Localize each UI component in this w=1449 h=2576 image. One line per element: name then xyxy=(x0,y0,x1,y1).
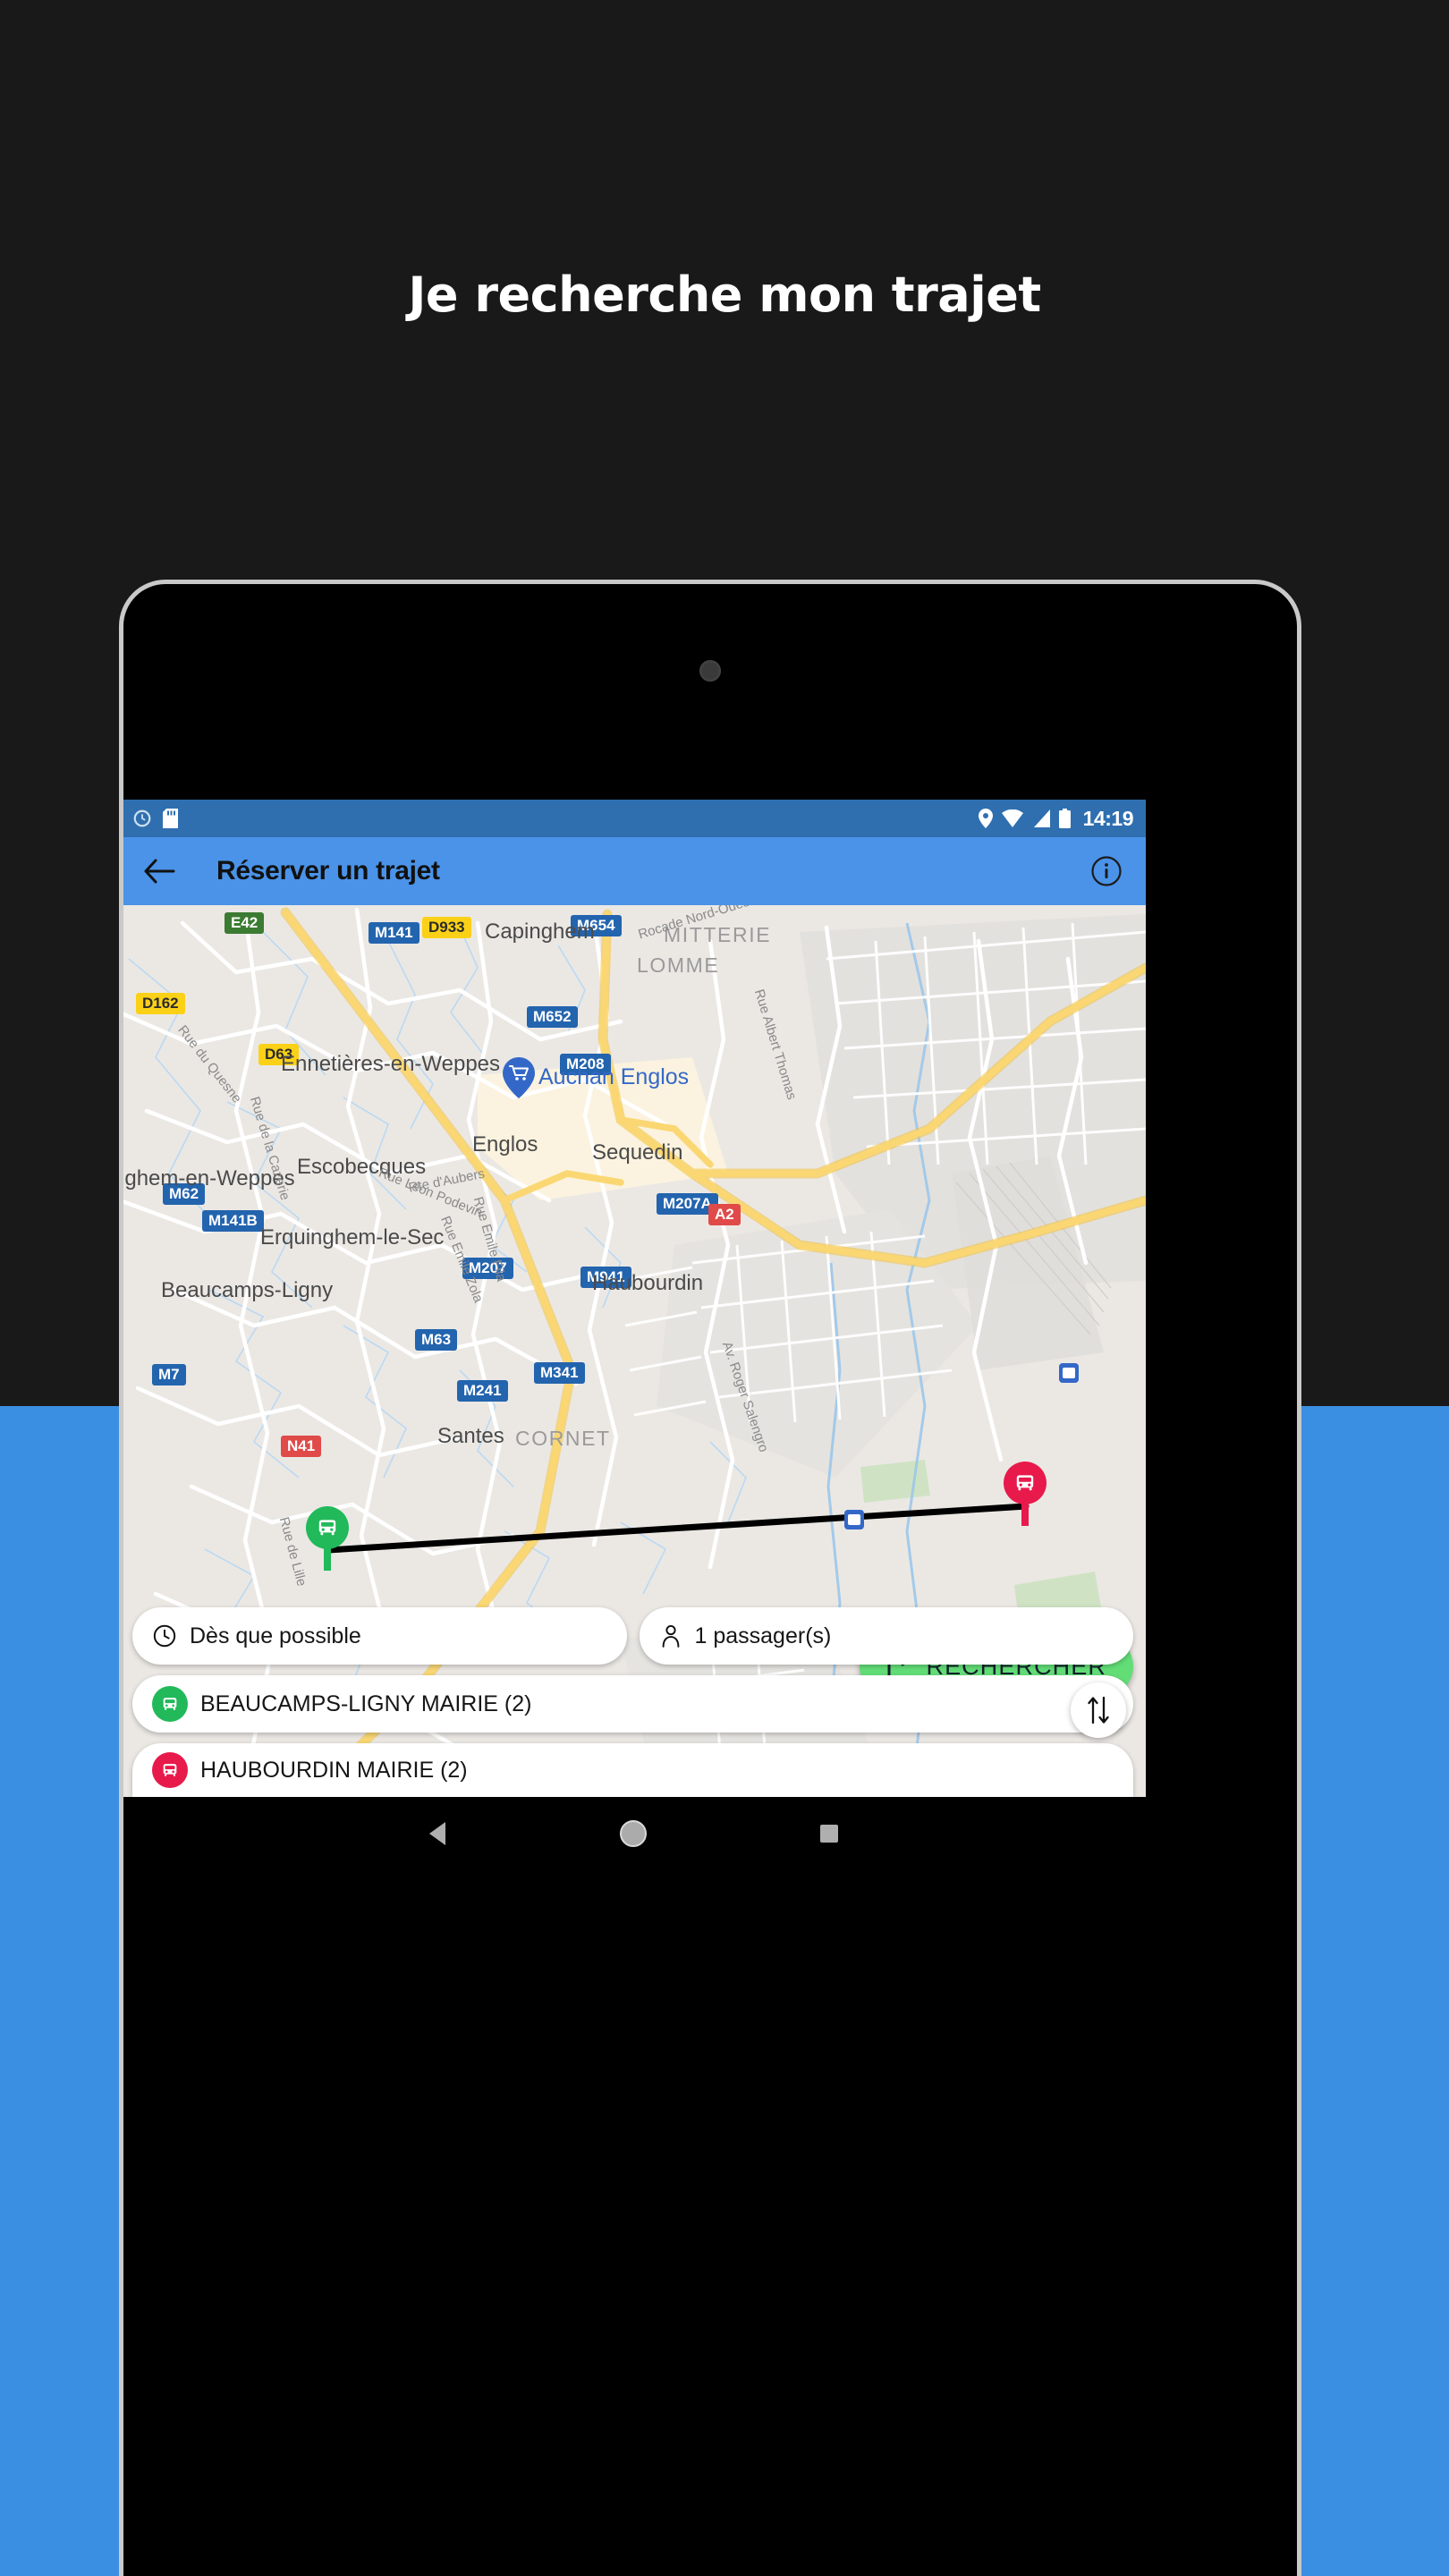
battery-icon xyxy=(1058,809,1071,828)
back-arrow-icon[interactable] xyxy=(143,858,175,885)
sync-icon xyxy=(132,809,152,828)
status-bar-right-icons: 14:19 xyxy=(978,806,1134,831)
square-recents-icon[interactable] xyxy=(818,1822,841,1845)
map-marker-destination[interactable] xyxy=(1004,1462,1046,1526)
location-pin-icon xyxy=(978,809,993,828)
departure-time-selector[interactable]: Dès que possible xyxy=(132,1607,627,1665)
road-shield: M241 xyxy=(457,1380,508,1402)
map-place-label: Sequedin xyxy=(592,1140,683,1165)
map-place-label: Santes xyxy=(437,1424,504,1448)
map-place-label: Beaucamps-Ligny xyxy=(161,1278,334,1302)
passenger-count-selector[interactable]: 1 passager(s) xyxy=(639,1607,1133,1665)
road-shield: D933 xyxy=(422,917,471,938)
map-marker-origin[interactable] xyxy=(306,1506,349,1571)
front-camera-icon xyxy=(699,660,721,682)
road-shield: M652 xyxy=(527,1006,578,1028)
app-bar-title: Réserver un trajet xyxy=(216,856,440,886)
road-shield: M7 xyxy=(152,1364,186,1385)
wifi-icon xyxy=(1001,809,1023,827)
map-view[interactable]: E42 M141 D933 M654 D162 M652 D63 M208 M62 M141B M2… xyxy=(123,905,1146,1797)
destination-row: HAUBOURDIN MAIRIE (2) xyxy=(132,1743,1133,1797)
passenger-count-label: 1 passager(s) xyxy=(694,1623,832,1648)
destination-stop-field[interactable]: HAUBOURDIN MAIRIE (2) xyxy=(132,1743,1133,1797)
destination-stop-label: HAUBOURDIN MAIRIE (2) xyxy=(200,1757,468,1783)
status-bar-left-icons xyxy=(132,809,178,828)
booking-options-row: Dès que possible 1 passager(s) xyxy=(132,1607,1133,1665)
android-navigation-bar xyxy=(123,1797,1146,1870)
status-bar: 14:19 xyxy=(123,800,1146,837)
status-bar-clock: 14:19 xyxy=(1082,806,1134,830)
road-shield: N41 xyxy=(281,1436,322,1457)
bus-icon xyxy=(152,1752,188,1788)
road-shield: M141B xyxy=(202,1210,264,1232)
app-bar: Réserver un trajet xyxy=(123,837,1146,905)
circle-home-icon[interactable] xyxy=(619,1819,648,1848)
page-title: Je recherche mon trajet xyxy=(408,267,1041,323)
triangle-back-icon[interactable] xyxy=(426,1820,449,1847)
map-place-label: Capinghem xyxy=(485,919,595,944)
swap-stops-button[interactable] xyxy=(1071,1682,1126,1738)
sd-card-icon xyxy=(163,809,178,828)
origin-row: BEAUCAMPS-LIGNY MAIRIE (2) xyxy=(132,1675,1133,1733)
phone-screen: 14:19 Réserver un trajet E42 M141 D933 M… xyxy=(123,800,1146,1797)
shopping-cart-pin-icon xyxy=(503,1057,535,1098)
clock-icon xyxy=(152,1623,177,1648)
booking-panel: Dès que possible 1 passager(s) BEAUCAMPS… xyxy=(123,1607,1146,1797)
map-place-label: Erquinghem-le-Sec xyxy=(260,1225,445,1250)
map-place-label: CORNET xyxy=(515,1427,611,1450)
bus-icon xyxy=(1004,1462,1046,1504)
map-place-label: Ennetières-en-Weppes xyxy=(281,1052,501,1076)
map-place-label: Englos xyxy=(472,1132,538,1157)
phone-device-frame: 14:19 Réserver un trajet E42 M141 D933 M… xyxy=(119,580,1301,2576)
cellular-signal-icon xyxy=(1032,809,1050,827)
road-shield: A2 xyxy=(708,1204,741,1225)
road-shield: D162 xyxy=(136,993,185,1014)
origin-stop-label: BEAUCAMPS-LIGNY MAIRIE (2) xyxy=(200,1690,532,1716)
bus-icon xyxy=(306,1506,349,1549)
info-circle-icon[interactable] xyxy=(1090,855,1123,887)
road-shield: M63 xyxy=(415,1329,458,1351)
map-place-label: LOMME xyxy=(637,953,720,977)
departure-time-label: Dès que possible xyxy=(190,1623,361,1648)
road-shield: E42 xyxy=(225,912,265,934)
person-icon xyxy=(659,1623,682,1648)
road-shield: M341 xyxy=(534,1362,585,1384)
swap-vertical-icon xyxy=(1085,1695,1112,1725)
map-place-label: Haubourdin xyxy=(592,1271,704,1295)
poi-label: Auchan Englos xyxy=(538,1064,690,1089)
road-shield: M141 xyxy=(369,922,419,944)
bus-icon xyxy=(152,1686,188,1722)
origin-stop-field[interactable]: BEAUCAMPS-LIGNY MAIRIE (2) xyxy=(132,1675,1133,1733)
